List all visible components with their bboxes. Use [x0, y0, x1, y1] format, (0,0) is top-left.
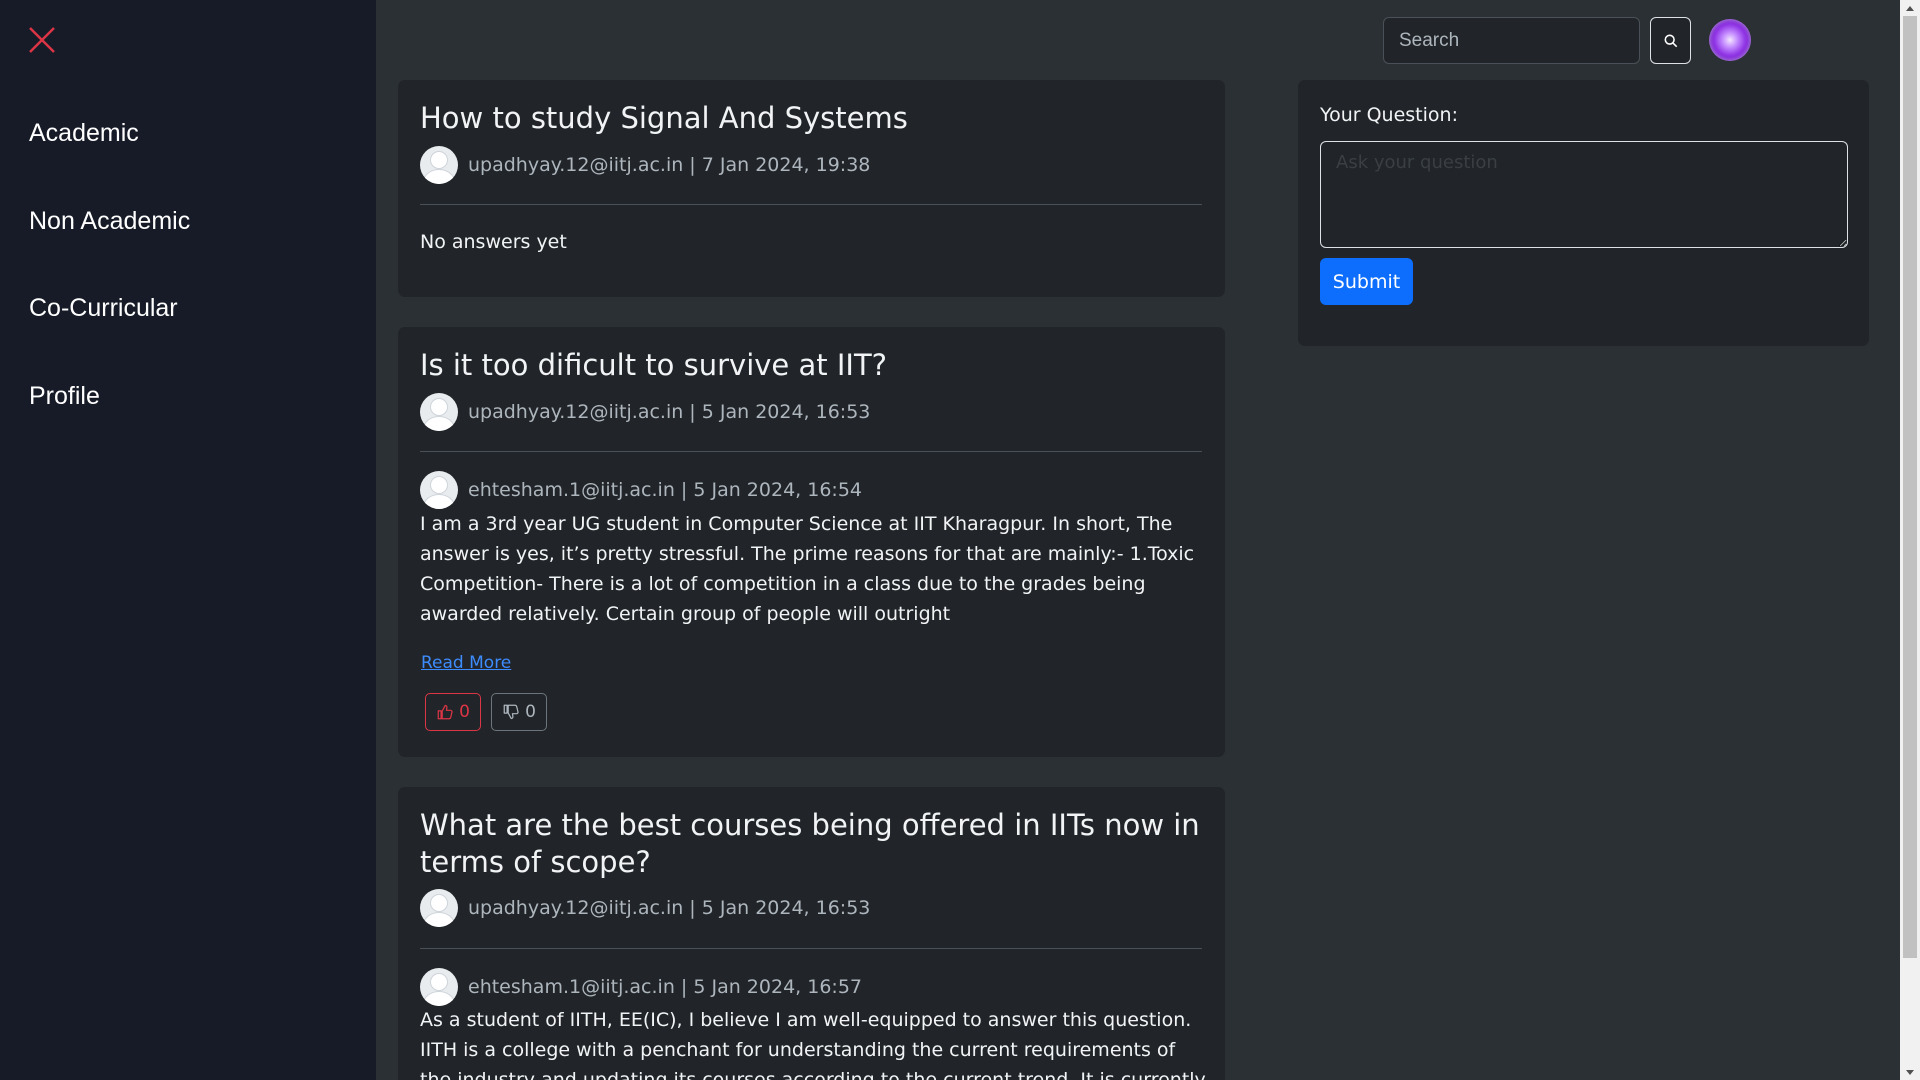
question-card: Is it too dificult to survive at IIT? up…: [398, 327, 1225, 757]
question-title[interactable]: What are the best courses being offered …: [420, 807, 1210, 881]
page-scrollbar[interactable]: [1900, 0, 1920, 1080]
no-answers-text: No answers yet: [420, 231, 567, 253]
avatar: [420, 393, 458, 431]
divider: [420, 204, 1202, 205]
avatar: [420, 146, 458, 184]
sidebar-item-co-curricular[interactable]: Co-Curricular: [29, 294, 178, 323]
answer-author-date: ehtesham.1@iitj.ac.in | 5 Jan 2024, 16:5…: [468, 976, 862, 998]
sidebar-item-profile[interactable]: Profile: [29, 382, 100, 411]
read-more-link[interactable]: Read More: [421, 653, 511, 673]
thumbs-up-icon: [437, 704, 453, 720]
avatar: [420, 471, 458, 509]
question-meta: upadhyay.12@iitj.ac.in | 5 Jan 2024, 16:…: [420, 889, 870, 927]
close-icon[interactable]: [26, 24, 58, 56]
search-button[interactable]: [1650, 17, 1691, 64]
question-card: What are the best courses being offered …: [398, 787, 1225, 1080]
answer-text: I am a 3rd year UG student in Computer S…: [420, 513, 1195, 625]
upvote-count: 0: [459, 702, 470, 722]
ask-question-panel: Your Question: Submit: [1298, 80, 1869, 346]
sidebar-item-academic[interactable]: Academic: [29, 119, 139, 148]
search-icon: [1664, 34, 1677, 47]
question-card: How to study Signal And Systems upadhyay…: [398, 80, 1225, 297]
upvote-button[interactable]: 0: [425, 693, 481, 731]
answer-meta: ehtesham.1@iitj.ac.in | 5 Jan 2024, 16:5…: [420, 471, 862, 509]
question-label: Your Question:: [1320, 104, 1458, 126]
avatar: [420, 968, 458, 1006]
question-textarea[interactable]: [1320, 141, 1848, 248]
user-avatar-icon[interactable]: [1709, 19, 1751, 61]
scrollbar-thumb[interactable]: [1903, 16, 1917, 958]
scroll-up-icon[interactable]: [1900, 0, 1920, 16]
question-title[interactable]: Is it too dificult to survive at IIT?: [420, 347, 1210, 384]
answer-meta: ehtesham.1@iitj.ac.in | 5 Jan 2024, 16:5…: [420, 968, 862, 1006]
question-meta: upadhyay.12@iitj.ac.in | 5 Jan 2024, 16:…: [420, 393, 870, 431]
divider: [420, 948, 1202, 949]
answer-author-date: ehtesham.1@iitj.ac.in | 5 Jan 2024, 16:5…: [468, 479, 862, 501]
question-title[interactable]: How to study Signal And Systems: [420, 100, 1210, 137]
answer-text: As a student of IITH, EE(IC), I believe …: [420, 1009, 1206, 1080]
search-input[interactable]: [1383, 17, 1640, 64]
submit-button[interactable]: Submit: [1320, 258, 1413, 305]
question-author-date: upadhyay.12@iitj.ac.in | 5 Jan 2024, 16:…: [468, 401, 871, 423]
sidebar: Academic Non Academic Co-Curricular Prof…: [0, 0, 376, 1080]
avatar: [420, 889, 458, 927]
question-author-date: upadhyay.12@iitj.ac.in | 5 Jan 2024, 16:…: [468, 897, 871, 919]
sidebar-item-non-academic[interactable]: Non Academic: [29, 207, 190, 236]
divider: [420, 451, 1202, 452]
downvote-button[interactable]: 0: [491, 693, 547, 731]
scroll-down-icon[interactable]: [1900, 1064, 1920, 1080]
downvote-count: 0: [525, 702, 536, 722]
question-author-date: upadhyay.12@iitj.ac.in | 7 Jan 2024, 19:…: [468, 154, 871, 176]
thumbs-down-icon: [503, 704, 519, 720]
question-meta: upadhyay.12@iitj.ac.in | 7 Jan 2024, 19:…: [420, 146, 870, 184]
